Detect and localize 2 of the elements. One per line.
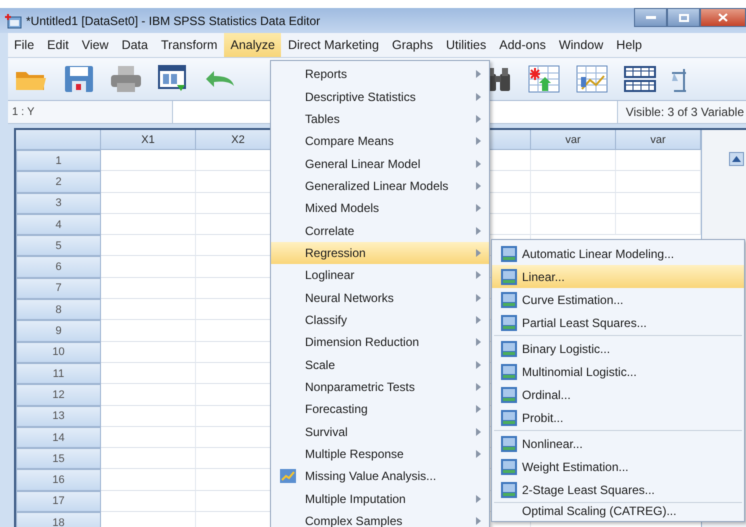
window-title: *Untitled1 [DataSet0] - IBM SPSS Statistics Data Editor (26, 14, 320, 28)
visible-count: Visible: 3 of 3 Variable (624, 105, 745, 119)
